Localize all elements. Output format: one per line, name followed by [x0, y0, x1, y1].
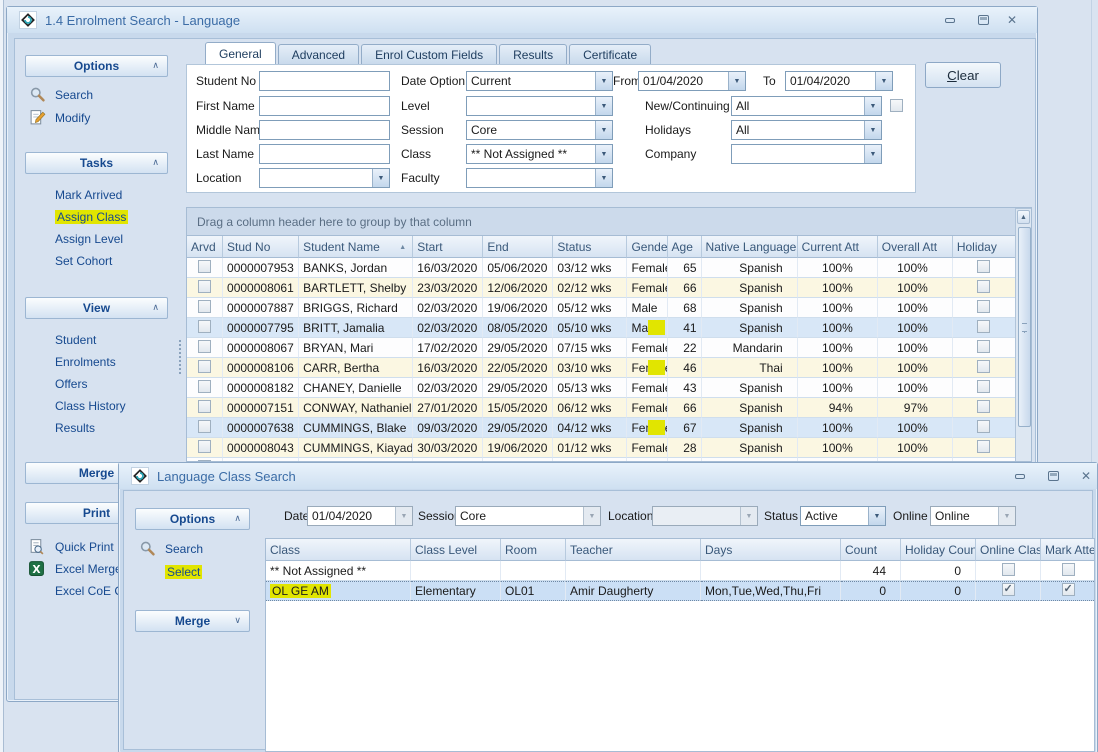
column-header-days[interactable]: Days [701, 539, 841, 561]
status-label: Status [764, 509, 798, 523]
online-class-checkbox[interactable] [1002, 563, 1015, 576]
dialog-options-title: Options [170, 512, 215, 526]
room-cell [501, 561, 566, 581]
dialog-merge-title: Merge [175, 614, 210, 628]
holiday-count-cell: 0 [901, 561, 976, 581]
online-label: Online [893, 509, 928, 523]
class-grid-header: Class Class Level Room Teacher Days Coun… [266, 539, 1095, 561]
column-header-class-level[interactable]: Class Level [411, 539, 501, 561]
online-class-checkbox[interactable] [1002, 583, 1015, 596]
class-grid: Class Class Level Room Teacher Days Coun… [265, 538, 1095, 752]
holiday-count-cell: 0 [901, 581, 976, 601]
mark-atten-checkbox[interactable] [1062, 583, 1075, 596]
dialog-maximize-button[interactable] [1041, 468, 1065, 484]
column-header-count[interactable]: Count [841, 539, 901, 561]
class-row[interactable]: OL GE AM Elementary OL01 Amir Daugherty … [266, 581, 1095, 601]
online-select: Online [930, 506, 1016, 526]
date-label: Date [284, 509, 309, 523]
dialog-titlebar[interactable]: Language Class Search [119, 463, 1097, 489]
teacher-cell: Amir Daugherty [566, 581, 701, 601]
expand-chevron-icon: ∨ [234, 615, 241, 626]
app-icon [131, 467, 149, 485]
location-label: Location [608, 509, 653, 523]
column-header-online-clas[interactable]: Online Clas [976, 539, 1041, 561]
class-level-cell: Elementary [411, 581, 501, 601]
session-select: Core [455, 506, 601, 526]
column-header-teacher[interactable]: Teacher [566, 539, 701, 561]
days-cell [701, 561, 841, 581]
class-name-value: OL GE AM [270, 584, 331, 598]
location-select [652, 506, 758, 526]
class-row[interactable]: ** Not Assigned ** 44 0 [266, 561, 1095, 581]
count-cell: 44 [841, 561, 901, 581]
mark-atten-checkbox[interactable] [1062, 563, 1075, 576]
status-select[interactable]: Active [800, 506, 886, 526]
dialog-merge-panel-header[interactable]: Merge ∨ [135, 610, 250, 632]
dialog-title: Language Class Search [157, 469, 296, 484]
desktop: 1.4 Enrolment Search - Language ✕ Option… [0, 0, 1098, 752]
days-cell: Mon,Tue,Wed,Thu,Fri [701, 581, 841, 601]
class-level-cell [411, 561, 501, 581]
class-rows: ** Not Assigned ** 44 0 OL GE AM Element… [266, 561, 1095, 601]
teacher-cell [566, 561, 701, 581]
column-header-holiday-count[interactable]: Holiday Count [901, 539, 976, 561]
dialog-item-select[interactable]: Select [165, 565, 202, 579]
language-class-search-window: Language Class Search ✕ Options∧ Search … [0, 0, 1098, 752]
collapse-chevron-icon: ∧ [234, 513, 241, 524]
dialog-close-button[interactable]: ✕ [1074, 468, 1098, 484]
search-icon [139, 540, 156, 557]
count-cell: 0 [841, 581, 901, 601]
column-header-mark-atten[interactable]: Mark Atten [1041, 539, 1095, 561]
select-highlight: Select [165, 565, 202, 579]
column-header-class[interactable]: Class [266, 539, 411, 561]
dialog-options-panel-header[interactable]: Options ∧ [135, 508, 250, 530]
class-name-value: ** Not Assigned ** [270, 564, 366, 578]
dialog-minimize-button[interactable] [1008, 468, 1032, 484]
room-cell: OL01 [501, 581, 566, 601]
dialog-item-search[interactable]: Search [165, 542, 203, 556]
date-select: 01/04/2020 [307, 506, 413, 526]
column-header-room[interactable]: Room [501, 539, 566, 561]
